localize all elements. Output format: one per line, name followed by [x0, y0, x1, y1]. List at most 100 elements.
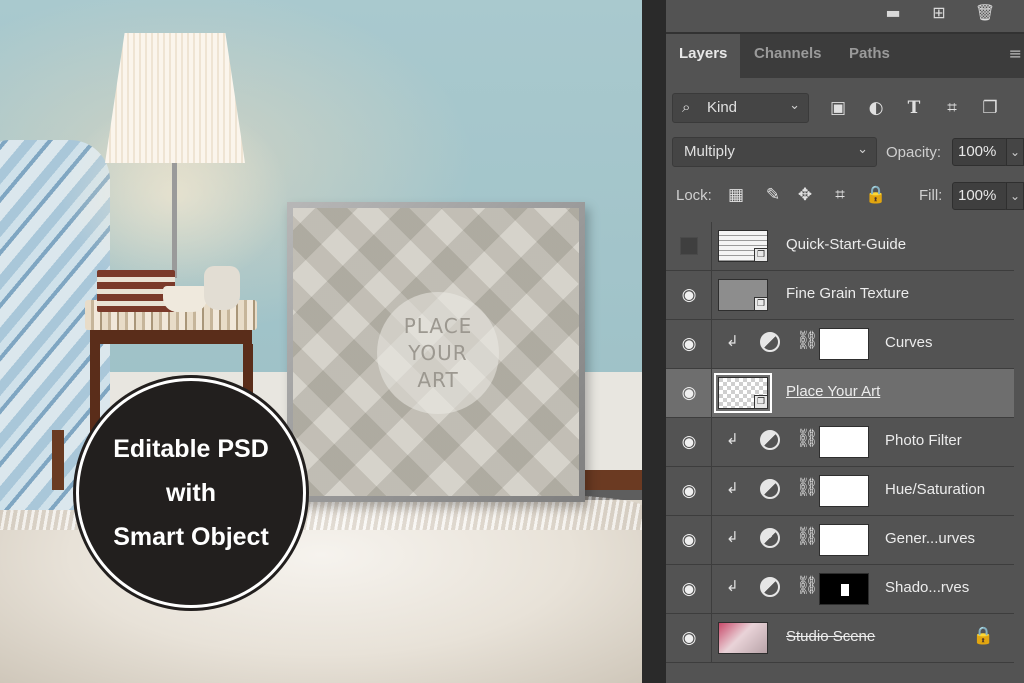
lock-artboard-icon[interactable]: ⌗ [829, 184, 851, 206]
link-chain-icon[interactable]: ⛓ [796, 575, 819, 596]
art-frame-placeholder: PLACE YOUR ART [293, 208, 579, 496]
layer-thumbnail: ❐ [718, 230, 768, 262]
eye-icon[interactable]: ◉ [678, 480, 700, 502]
layer-mask-thumbnail[interactable] [819, 328, 869, 360]
bed-leg [52, 430, 64, 490]
visibility-cell[interactable]: ◉ [666, 369, 712, 417]
tab-channels[interactable]: Channels [741, 34, 835, 78]
visibility-cell[interactable] [666, 222, 712, 270]
tab-layers[interactable]: Layers [666, 34, 741, 78]
fill-dropdown[interactable]: ⌄ [1006, 182, 1024, 210]
opacity-field[interactable]: 100% [952, 138, 1008, 166]
eye-icon[interactable]: ◉ [678, 382, 700, 404]
clipping-arrow-icon: ↲ [726, 332, 739, 350]
layer-name[interactable]: Photo Filter [885, 432, 962, 449]
clipping-arrow-icon: ↲ [726, 577, 739, 595]
eye-icon[interactable]: ◉ [678, 333, 700, 355]
layer-thumbnail: ❐ [718, 279, 768, 311]
layer-name[interactable]: Fine Grain Texture [786, 285, 909, 302]
layer-name[interactable]: Hue/Saturation [885, 481, 985, 498]
layer-name[interactable]: Curves [885, 334, 933, 351]
table-frame [90, 330, 252, 344]
folder-icon[interactable]: ▬ [882, 2, 904, 24]
layer-mask-thumbnail[interactable] [819, 524, 869, 556]
eye-icon[interactable]: ◉ [678, 627, 700, 649]
adjustment-layer-icon [760, 332, 780, 352]
eye-icon[interactable]: ◉ [678, 284, 700, 306]
panel-menu-icon[interactable]: ≡ [1009, 44, 1022, 63]
fill-label: Fill: [919, 187, 943, 204]
layer-name[interactable]: Place Your Art [786, 383, 880, 400]
visibility-cell[interactable]: ◉ [666, 320, 712, 368]
layer-name[interactable]: Gener...urves [885, 530, 975, 547]
lamp-shade [105, 33, 245, 163]
layer-name[interactable]: Studio Scene [786, 628, 875, 645]
visibility-cell[interactable]: ◉ [666, 271, 712, 319]
lock-label: Lock: [676, 187, 712, 204]
smart-object-badge-icon: ❐ [754, 297, 768, 311]
shape-filter-icon[interactable]: ⌗ [940, 96, 964, 120]
trash-icon[interactable]: 🗑 [974, 2, 996, 24]
panel-top-toolbar: ▬ ⊞ 🗑 [666, 0, 1024, 32]
visibility-cell[interactable]: ◉ [666, 516, 712, 564]
badge-text: Editable PSD with Smart Object [113, 427, 269, 559]
eye-icon[interactable]: ◉ [678, 431, 700, 453]
layer-row[interactable]: ◉ ↲ ⛓ Hue/Saturation [666, 467, 1014, 516]
promo-badge: Editable PSD with Smart Object [76, 378, 306, 608]
lock-transparent-icon[interactable]: ▦ [725, 184, 747, 206]
place-your-art-text: PLACE YOUR ART [403, 313, 473, 392]
lock-position-icon[interactable]: ✥ [794, 184, 816, 206]
layer-row[interactable]: ❐ Quick-Start-Guide [666, 222, 1014, 271]
panel-tabs: Layers Channels Paths ≡ [666, 34, 1024, 78]
layer-row[interactable]: ◉ Studio Scene 🔒 [666, 614, 1014, 663]
layer-name[interactable]: Quick-Start-Guide [786, 236, 906, 253]
badge-line: Smart Object [113, 523, 269, 551]
new-layer-icon[interactable]: ⊞ [928, 2, 950, 24]
bowl [163, 286, 207, 312]
eye-icon[interactable]: ◉ [678, 578, 700, 600]
adjustment-layer-icon [760, 430, 780, 450]
layer-mask-thumbnail[interactable] [819, 426, 869, 458]
layer-mask-thumbnail[interactable] [819, 475, 869, 507]
layer-row[interactable]: ◉ ↲ ⛓ Gener...urves [666, 516, 1014, 565]
link-chain-icon[interactable]: ⛓ [796, 526, 819, 547]
visibility-cell[interactable]: ◉ [666, 565, 712, 613]
layer-thumbnail: ❐ [714, 373, 772, 413]
link-chain-icon[interactable]: ⛓ [796, 477, 819, 498]
layer-row-selected[interactable]: ◉ ❐ Place Your Art [666, 369, 1014, 418]
filter-kind-select[interactable]: ⌕ Kind ⌄ [672, 93, 809, 123]
link-chain-icon[interactable]: ⛓ [796, 330, 819, 351]
chevron-down-icon: ⌄ [857, 142, 868, 157]
opacity-dropdown[interactable]: ⌄ [1006, 138, 1024, 166]
type-filter-icon[interactable]: T [902, 96, 926, 120]
lock-image-icon[interactable]: ✎ [762, 184, 784, 206]
image-filter-icon[interactable]: ▣ [826, 96, 850, 120]
lock-all-icon[interactable]: 🔒 [865, 184, 887, 206]
layer-mask-thumbnail[interactable] [819, 573, 869, 605]
layer-name[interactable]: Shado...rves [885, 579, 969, 596]
blend-mode-select[interactable]: Multiply ⌄ [672, 137, 877, 167]
visibility-cell[interactable]: ◉ [666, 614, 712, 662]
layer-row[interactable]: ◉ ↲ ⛓ Curves [666, 320, 1014, 369]
visibility-off-box[interactable] [680, 237, 698, 255]
smart-object-filter-icon[interactable]: ❐ [978, 96, 1002, 120]
link-chain-icon[interactable]: ⛓ [796, 428, 819, 449]
eye-icon[interactable]: ◉ [678, 529, 700, 551]
fill-field[interactable]: 100% [952, 182, 1008, 210]
visibility-cell[interactable]: ◉ [666, 467, 712, 515]
opacity-label: Opacity: [886, 144, 942, 161]
clipping-arrow-icon: ↲ [726, 430, 739, 448]
layer-row[interactable]: ◉ ❐ Fine Grain Texture [666, 271, 1014, 320]
clipping-arrow-icon: ↲ [726, 479, 739, 497]
layer-row[interactable]: ◉ ↲ ⛓ Photo Filter [666, 418, 1014, 467]
layer-thumbnail [718, 622, 768, 654]
search-icon: ⌕ [682, 98, 691, 116]
smart-object-badge-icon: ❐ [754, 395, 768, 409]
vase [204, 266, 240, 310]
visibility-cell[interactable]: ◉ [666, 418, 712, 466]
adjustment-filter-icon[interactable]: ◐ [864, 96, 888, 120]
layer-row[interactable]: ◉ ↲ ⛓ Shado...rves [666, 565, 1014, 614]
adjustment-layer-icon [760, 479, 780, 499]
panel-divider [642, 0, 666, 683]
tab-paths[interactable]: Paths [836, 34, 903, 78]
